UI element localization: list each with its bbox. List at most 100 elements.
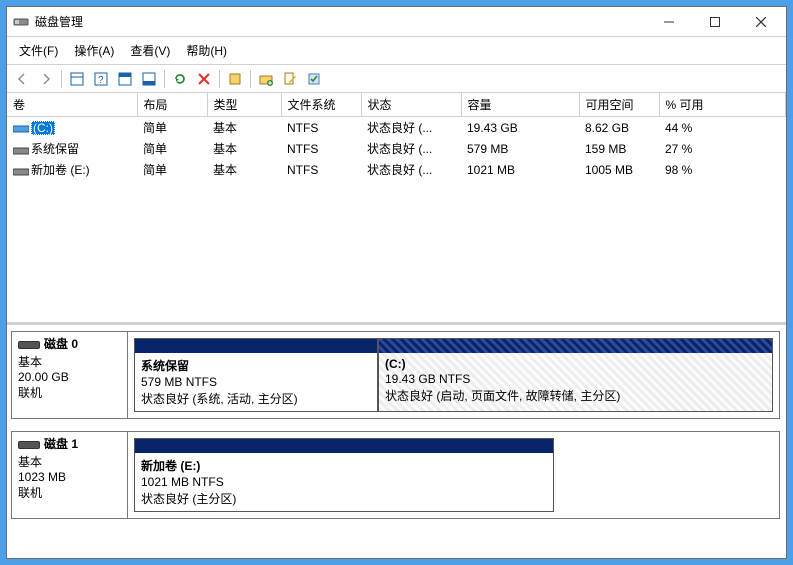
partition[interactable]: 新加卷 (E:) 1021 MB NTFS 状态良好 (主分区): [134, 438, 554, 512]
refresh-icon: [173, 72, 187, 86]
menu-view[interactable]: 查看(V): [122, 39, 178, 62]
close-button[interactable]: [738, 8, 784, 36]
app-icon: [13, 14, 29, 30]
action-button-3[interactable]: [303, 68, 325, 90]
forward-button[interactable]: [35, 68, 57, 90]
volume-icon: [13, 123, 29, 133]
col-status[interactable]: 状态: [361, 93, 461, 117]
arrow-right-icon: [39, 72, 53, 86]
volume-status: 状态良好 (...: [361, 117, 461, 139]
volume-layout: 简单: [137, 159, 207, 180]
menu-help[interactable]: 帮助(H): [178, 39, 235, 62]
volume-fs: NTFS: [281, 138, 361, 159]
maximize-button[interactable]: [692, 8, 738, 36]
volume-cap: 1021 MB: [461, 159, 579, 180]
refresh-button[interactable]: [169, 68, 191, 90]
volume-icon: [13, 166, 29, 176]
volume-list-pane[interactable]: 卷 布局 类型 文件系统 状态 容量 可用空间 % 可用 (C:) 简单 基本 …: [7, 93, 786, 325]
partition-size: 19.43 GB NTFS: [385, 372, 766, 386]
folder-add-icon: [259, 72, 273, 86]
col-pct[interactable]: % 可用: [659, 93, 786, 117]
volume-cap: 19.43 GB: [461, 117, 579, 139]
view-button-4[interactable]: [138, 68, 160, 90]
toolbar-separator: [61, 70, 62, 88]
col-type[interactable]: 类型: [207, 93, 281, 117]
volume-name: 系统保留: [31, 142, 79, 156]
disk-name-text: 磁盘 1: [44, 437, 78, 451]
partition-size: 579 MB NTFS: [141, 375, 371, 389]
volume-row[interactable]: 系统保留 简单 基本 NTFS 状态良好 (... 579 MB 159 MB …: [7, 138, 786, 159]
action-button-1[interactable]: [255, 68, 277, 90]
partition-header: [135, 439, 553, 453]
partition-size: 1021 MB NTFS: [141, 475, 547, 489]
help-icon: ?: [94, 72, 108, 86]
disk-label[interactable]: 磁盘 1 基本 1023 MB 联机: [12, 432, 128, 518]
minimize-button[interactable]: [646, 8, 692, 36]
disk-icon: [18, 441, 40, 449]
menu-file[interactable]: 文件(F): [11, 39, 66, 62]
partition-status: 状态良好 (系统, 活动, 主分区): [141, 390, 371, 407]
disk-row: 磁盘 0 基本 20.00 GB 联机 系统保留 579 MB NTFS 状态良…: [11, 331, 780, 419]
volume-row[interactable]: (C:) 简单 基本 NTFS 状态良好 (... 19.43 GB 8.62 …: [7, 117, 786, 139]
volume-pct: 98 %: [659, 159, 786, 180]
volume-icon: [13, 145, 29, 155]
toolbar: ?: [7, 65, 786, 93]
volume-type: 基本: [207, 138, 281, 159]
toolbar-separator: [219, 70, 220, 88]
disk-label[interactable]: 磁盘 0 基本 20.00 GB 联机: [12, 332, 128, 418]
col-filesystem[interactable]: 文件系统: [281, 93, 361, 117]
volume-type: 基本: [207, 117, 281, 139]
volume-free: 159 MB: [579, 138, 659, 159]
volume-status: 状态良好 (...: [361, 138, 461, 159]
action-button-2[interactable]: [279, 68, 301, 90]
disk-icon: [18, 341, 40, 349]
partition[interactable]: (C:) 19.43 GB NTFS 状态良好 (启动, 页面文件, 故障转储,…: [378, 338, 773, 412]
volume-name: 新加卷 (E:): [31, 163, 90, 177]
view-button-2[interactable]: ?: [90, 68, 112, 90]
partition-name: 新加卷 (E:): [141, 457, 547, 474]
partition-status: 状态良好 (主分区): [141, 490, 547, 507]
volume-name: (C:): [31, 121, 55, 135]
partition[interactable]: 系统保留 579 MB NTFS 状态良好 (系统, 活动, 主分区): [134, 338, 378, 412]
view-button-3[interactable]: [114, 68, 136, 90]
doc-check-icon: [307, 72, 321, 86]
list-top-icon: [118, 72, 132, 86]
properties-button[interactable]: [224, 68, 246, 90]
disk-partitions: 新加卷 (E:) 1021 MB NTFS 状态良好 (主分区): [128, 432, 779, 518]
disk-type: 基本: [18, 453, 121, 470]
disk-status: 联机: [18, 384, 121, 401]
volume-free: 1005 MB: [579, 159, 659, 180]
col-capacity[interactable]: 容量: [461, 93, 579, 117]
volume-free: 8.62 GB: [579, 117, 659, 139]
disk-row: 磁盘 1 基本 1023 MB 联机 新加卷 (E:) 1021 MB NTFS…: [11, 431, 780, 519]
list-bottom-icon: [142, 72, 156, 86]
disk-graphical-pane[interactable]: 磁盘 0 基本 20.00 GB 联机 系统保留 579 MB NTFS 状态良…: [7, 325, 786, 558]
partition-header: [135, 339, 377, 353]
volume-row[interactable]: 新加卷 (E:) 简单 基本 NTFS 状态良好 (... 1021 MB 10…: [7, 159, 786, 180]
col-free[interactable]: 可用空间: [579, 93, 659, 117]
properties-icon: [228, 72, 242, 86]
menubar: 文件(F) 操作(A) 查看(V) 帮助(H): [7, 37, 786, 65]
partition-header: [379, 339, 772, 353]
delete-icon: [197, 72, 211, 86]
partition-status: 状态良好 (启动, 页面文件, 故障转储, 主分区): [385, 387, 766, 404]
volume-table: 卷 布局 类型 文件系统 状态 容量 可用空间 % 可用 (C:) 简单 基本 …: [7, 93, 786, 180]
panel-icon: [70, 72, 84, 86]
delete-button[interactable]: [193, 68, 215, 90]
disk-status: 联机: [18, 484, 121, 501]
view-button-1[interactable]: [66, 68, 88, 90]
partition-name: 系统保留: [141, 357, 371, 374]
svg-text:?: ?: [98, 75, 104, 86]
titlebar: 磁盘管理: [7, 7, 786, 37]
window-title: 磁盘管理: [35, 13, 646, 30]
col-volume[interactable]: 卷: [7, 93, 137, 117]
back-button[interactable]: [11, 68, 33, 90]
volume-fs: NTFS: [281, 159, 361, 180]
disk-management-window: 磁盘管理 文件(F) 操作(A) 查看(V) 帮助(H) ?: [6, 6, 787, 559]
minimize-icon: [664, 17, 674, 27]
disk-name-text: 磁盘 0: [44, 337, 78, 351]
close-icon: [756, 17, 766, 27]
volume-layout: 简单: [137, 117, 207, 139]
col-layout[interactable]: 布局: [137, 93, 207, 117]
menu-action[interactable]: 操作(A): [66, 39, 122, 62]
